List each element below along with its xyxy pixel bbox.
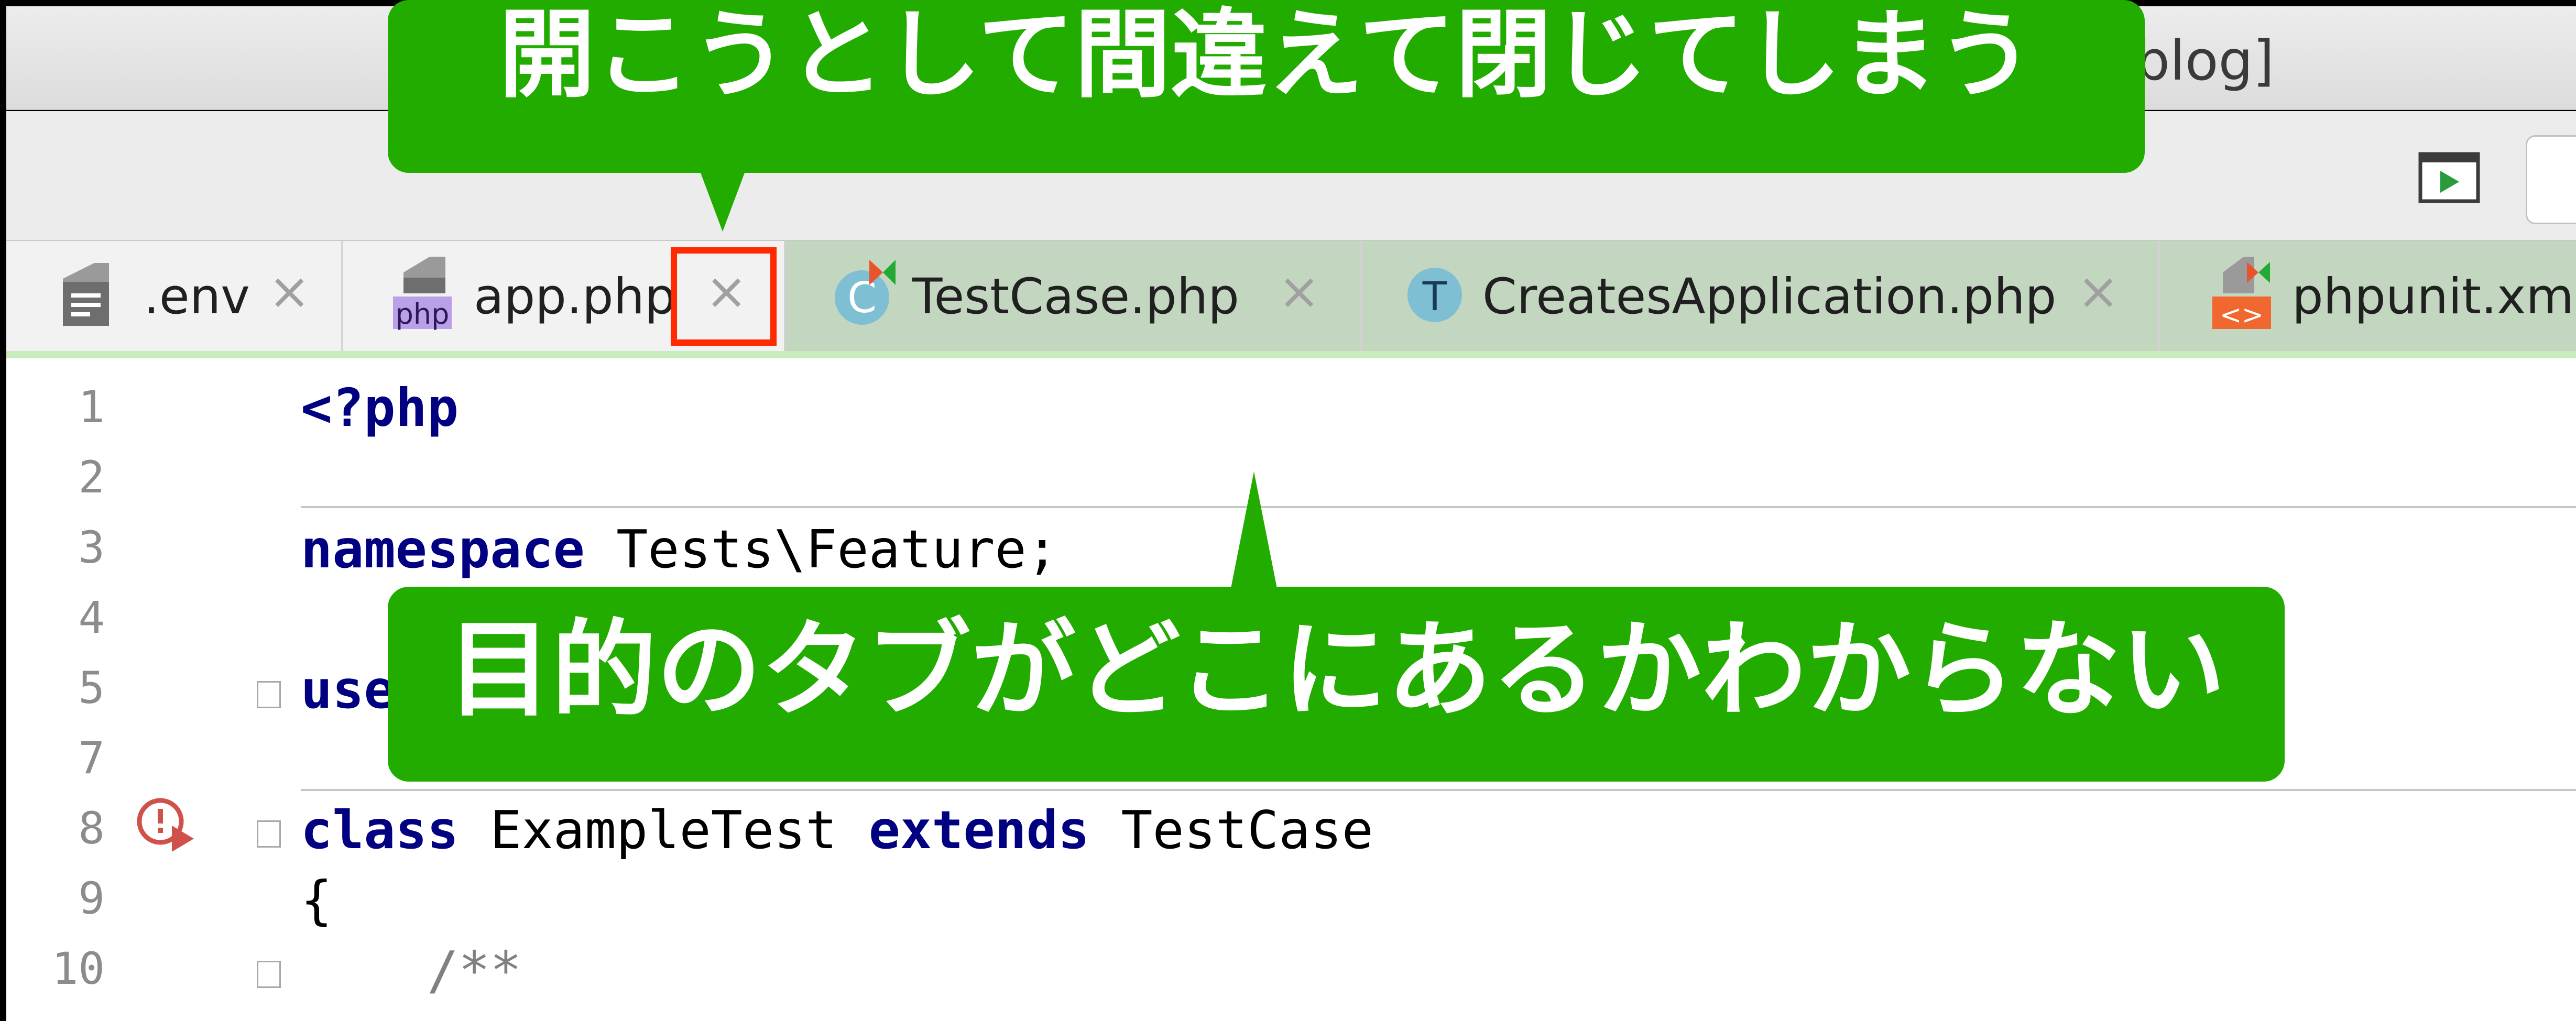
line-number: 8	[78, 803, 105, 854]
tab-label-phpunit: phpunit.xml	[2292, 268, 2576, 325]
php-open-tag: <?php	[301, 377, 459, 438]
line-number: 3	[78, 522, 105, 573]
run-test-gutter-icon[interactable]	[135, 796, 198, 856]
code-line-9: {	[301, 870, 332, 931]
extends-keyword: extends	[868, 799, 1090, 861]
namespace-value: Tests\Feature;	[584, 519, 1058, 580]
method-separator	[301, 789, 2576, 791]
line-number: 10	[51, 943, 105, 994]
line-number: 5	[78, 662, 105, 713]
tab-testcase-php[interactable]: C TestCase.php ×	[785, 241, 1362, 355]
code-line-1: <?php	[301, 377, 459, 438]
tab-label-env: .env	[144, 268, 250, 325]
ide-window: blog] .env × php app.php × C TestCase.ph…	[0, 0, 2576, 1021]
callout-middle-text: 目的のタブがどこにあるかわからない	[446, 609, 2225, 731]
tab-label-testcase: TestCase.php	[912, 268, 1239, 325]
class-name: ExampleTest	[459, 799, 869, 861]
callout-top-pointer	[699, 169, 746, 234]
svg-text:php: php	[396, 298, 450, 330]
fold-toggle-icon[interactable]	[257, 681, 281, 708]
doc-comment: /**	[301, 940, 522, 1001]
tab-env[interactable]: .env ×	[6, 241, 343, 355]
window-title: blog]	[2135, 29, 2275, 93]
svg-text:<>: <>	[2220, 300, 2264, 330]
fold-toggle-icon[interactable]	[257, 820, 281, 848]
editor-tab-bar: .env × php app.php × C TestCase.php × T …	[6, 241, 2576, 355]
run-config-button[interactable]	[2526, 135, 2576, 224]
code-line-3: namespace Tests\Feature;	[301, 519, 1058, 580]
text-file-icon	[63, 263, 109, 328]
namespace-keyword: namespace	[301, 519, 585, 580]
run-console-icon[interactable]	[2418, 152, 2480, 203]
callout-top-text: 開こうとして間違えて閉じてしまう	[498, 0, 2034, 111]
fold-toggle-icon[interactable]	[257, 961, 281, 988]
use-keyword: use	[301, 659, 396, 720]
xml-file-icon: <>	[2212, 257, 2271, 332]
tab-label-createsapplication: CreatesApplication.php	[1482, 268, 2057, 325]
code-line-10: /**	[301, 940, 522, 1001]
trait-file-icon: T	[1406, 266, 1463, 326]
svg-text:T: T	[1422, 273, 1447, 320]
open-brace: {	[301, 870, 333, 931]
tab-bar-underline	[6, 351, 2576, 358]
tab-createsapplication-php[interactable]: T CreatesApplication.php ×	[1362, 241, 2160, 355]
callout-middle: 目的のタブがどこにあるかわからない	[388, 587, 2285, 782]
line-number: 7	[78, 732, 105, 784]
code-line-8: class ExampleTest extends TestCase	[301, 799, 1373, 861]
class-keyword: class	[301, 799, 459, 861]
method-separator	[301, 506, 2576, 508]
line-number: 9	[78, 873, 105, 924]
code-line-5: use	[301, 659, 396, 720]
close-tab-env-button[interactable]: ×	[268, 266, 310, 316]
close-tab-testcase-button[interactable]: ×	[1278, 266, 1320, 316]
line-number: 1	[78, 381, 105, 433]
line-number: 4	[78, 592, 105, 643]
class-file-icon: C	[833, 260, 896, 330]
callout-top: 開こうとして間違えて閉じてしまう	[388, 0, 2145, 173]
tab-phpunit-xml[interactable]: <> phpunit.xml	[2160, 241, 2576, 355]
highlight-close-button-box	[671, 247, 777, 346]
line-number: 2	[78, 452, 105, 503]
php-file-icon: php	[393, 257, 452, 332]
tab-label-app-php: app.php	[474, 268, 676, 325]
callout-middle-pointer	[1230, 471, 1278, 593]
parent-class: TestCase	[1089, 799, 1373, 861]
close-tab-createsapplication-button[interactable]: ×	[2077, 266, 2119, 316]
